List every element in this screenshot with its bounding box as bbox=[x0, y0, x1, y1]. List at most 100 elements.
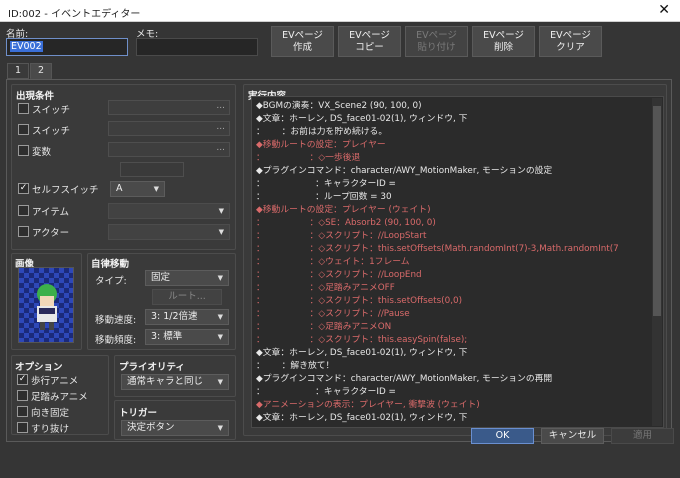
self-switch-select[interactable]: A ▼ bbox=[110, 181, 165, 197]
tab-page-2[interactable]: 2 bbox=[30, 63, 52, 79]
new-page-button[interactable]: EVページ 作成 bbox=[271, 26, 334, 57]
character-image[interactable] bbox=[18, 267, 74, 343]
switch1-dots: ... bbox=[216, 101, 225, 111]
paste-page-label1: EVページ bbox=[416, 30, 457, 41]
type-label: タイプ: bbox=[95, 276, 127, 287]
speed-label: 移動速度: bbox=[95, 315, 137, 326]
command-line[interactable]: ： ：◇スクリプト：this.easySpin(false); bbox=[256, 334, 467, 347]
command-line[interactable]: ◆文章：ホーレン, DS_face01-02(1), ウィンドウ, 下 bbox=[256, 412, 467, 425]
delete-page-button[interactable]: EVページ 削除 bbox=[472, 26, 535, 57]
direction-fix-checkbox[interactable] bbox=[17, 406, 28, 417]
clear-page-button[interactable]: EVページ クリア bbox=[539, 26, 602, 57]
chevron-down-icon: ▼ bbox=[217, 424, 223, 432]
window-title: ID:002 - イベントエディター bbox=[8, 9, 141, 20]
chevron-down-icon: ▼ bbox=[217, 333, 223, 341]
apply-button[interactable]: 適用 bbox=[611, 428, 674, 444]
new-page-label1: EVページ bbox=[282, 30, 323, 41]
name-value: EV002 bbox=[10, 41, 43, 52]
command-line[interactable]: ： ：ループ回数 = 30 bbox=[256, 191, 392, 204]
switch1-checkbox[interactable] bbox=[18, 103, 29, 114]
command-line[interactable]: ： ：◇一歩後退 bbox=[256, 152, 360, 165]
options-title: オプション bbox=[15, 362, 63, 373]
copy-page-label1: EVページ bbox=[349, 30, 390, 41]
step-anime-checkbox[interactable] bbox=[17, 390, 28, 401]
priority-title: プライオリティ bbox=[119, 362, 185, 373]
command-line[interactable]: ◆プラグインコマンド：character/AWY_MotionMaker, モー… bbox=[256, 165, 552, 178]
memo-input[interactable] bbox=[136, 38, 258, 56]
copy-page-button[interactable]: EVページ コピー bbox=[338, 26, 401, 57]
copy-page-label2: コピー bbox=[355, 42, 384, 53]
step-anime-label: 足踏みアニメ bbox=[31, 392, 88, 403]
scrollbar-thumb[interactable] bbox=[653, 106, 661, 316]
ok-button[interactable]: OK bbox=[471, 428, 534, 444]
title-bar: ID:002 - イベントエディター ✕ bbox=[0, 0, 680, 22]
command-line[interactable]: ： ：◇スクリプト：//LoopEnd bbox=[256, 269, 422, 282]
name-input[interactable]: EV002 bbox=[6, 38, 128, 56]
variable-label: 変数 bbox=[32, 147, 52, 158]
scrollbar[interactable] bbox=[652, 98, 662, 426]
command-line[interactable]: ： ：◇足踏みアニメOFF bbox=[256, 282, 395, 295]
frequency-select[interactable]: 3: 標準 ▼ bbox=[145, 329, 229, 345]
chevron-down-icon: ▼ bbox=[217, 378, 223, 386]
command-line[interactable]: ： ：◇ウェイト：1フレーム bbox=[256, 256, 410, 269]
variable-field[interactable]: ... bbox=[108, 142, 230, 157]
command-line[interactable]: ： ：キャラクターID = bbox=[256, 386, 396, 399]
switch2-field[interactable]: ... bbox=[108, 121, 230, 136]
actor-label: アクター bbox=[32, 228, 70, 239]
self-switch-checkbox[interactable]: ✓ bbox=[18, 183, 29, 194]
cancel-button[interactable]: キャンセル bbox=[541, 428, 604, 444]
switch1-field[interactable]: ... bbox=[108, 100, 230, 115]
command-line[interactable]: ： ：キャラクターID = bbox=[256, 178, 396, 191]
chevron-down-icon: ▼ bbox=[217, 274, 223, 282]
through-checkbox[interactable] bbox=[17, 422, 28, 433]
command-line[interactable]: ： ：解き放て！ bbox=[256, 360, 334, 373]
direction-fix-label: 向き固定 bbox=[31, 408, 70, 419]
item-checkbox[interactable] bbox=[18, 205, 29, 216]
self-switch-value: A bbox=[116, 183, 123, 194]
character-sprite-icon bbox=[37, 284, 57, 330]
command-line[interactable]: ◆アニメーションの表示：プレイヤー, 衝撃波 (ウェイト) bbox=[256, 399, 480, 412]
command-line[interactable]: ◆文章：ホーレン, DS_face01-02(1), ウィンドウ, 下 bbox=[256, 347, 467, 360]
command-line[interactable]: ： ：◇スクリプト：//LoopStart bbox=[256, 230, 426, 243]
item-label: アイテム bbox=[32, 207, 70, 218]
tab-page-1[interactable]: 1 bbox=[7, 63, 29, 79]
close-icon[interactable]: ✕ bbox=[658, 2, 670, 18]
frequency-value: 3: 標準 bbox=[151, 331, 183, 342]
event-editor-window: ID:002 - イベントエディター ✕ 名前: EV002 メモ: EVページ… bbox=[0, 0, 680, 478]
priority-select[interactable]: 通常キャラと同じ ▼ bbox=[121, 374, 229, 390]
command-line[interactable]: ： ：◇SE：Absorb2 (90, 100, 0) bbox=[256, 217, 436, 230]
trigger-select[interactable]: 決定ボタン ▼ bbox=[121, 420, 229, 436]
switch2-label: スイッチ bbox=[32, 126, 71, 137]
new-page-label2: 作成 bbox=[292, 42, 312, 53]
autonomous-title: 自律移動 bbox=[91, 259, 130, 270]
item-select[interactable]: ▼ bbox=[108, 203, 230, 219]
chevron-down-icon: ▼ bbox=[153, 185, 159, 193]
command-line[interactable]: ◆移動ルートの設定：プレイヤー bbox=[256, 139, 386, 152]
command-line[interactable]: ： ：◇スクリプト：this.setOffsets(Math.randomInt… bbox=[256, 243, 619, 256]
actor-select[interactable]: ▼ bbox=[108, 224, 230, 240]
variable-value-field[interactable] bbox=[120, 162, 184, 177]
command-list[interactable]: ◆BGMの演奏：VX_Scene2 (90, 100, 0) ◆文章：ホーレン, … bbox=[251, 96, 664, 428]
command-line[interactable]: ◆BGMの演奏：VX_Scene2 (90, 100, 0) bbox=[256, 100, 422, 113]
clear-page-label1: EVページ bbox=[550, 30, 591, 41]
command-line[interactable]: ： ：◇スクリプト：this.setOffsets(0,0) bbox=[256, 295, 462, 308]
command-line[interactable]: ： ：お前は力を貯め続ける。 bbox=[256, 126, 387, 139]
command-line[interactable]: ◆移動ルートの設定：プレイヤー (ウェイト) bbox=[256, 204, 431, 217]
walk-anime-checkbox[interactable]: ✓ bbox=[17, 374, 28, 385]
command-line[interactable]: ◆プラグインコマンド：character/AWY_MotionMaker, モー… bbox=[256, 373, 552, 386]
clear-page-label2: クリア bbox=[556, 42, 585, 53]
route-button[interactable]: ルート... bbox=[152, 289, 222, 305]
paste-page-button[interactable]: EVページ 貼り付け bbox=[405, 26, 468, 57]
speed-select[interactable]: 3: 1/2倍速 ▼ bbox=[145, 309, 229, 325]
conditions-title: 出現条件 bbox=[16, 91, 55, 102]
variable-checkbox[interactable] bbox=[18, 145, 29, 156]
frequency-label: 移動頻度: bbox=[95, 335, 137, 346]
command-line[interactable]: ◆文章：ホーレン, DS_face01-02(1), ウィンドウ, 下 bbox=[256, 113, 467, 126]
command-line[interactable]: ： ：◇足踏みアニメON bbox=[256, 321, 391, 334]
switch2-checkbox[interactable] bbox=[18, 124, 29, 135]
command-line[interactable]: ： ：◇スクリプト：//Pause bbox=[256, 308, 410, 321]
delete-page-label2: 削除 bbox=[493, 42, 513, 53]
through-label: すり抜け bbox=[31, 424, 70, 435]
type-select[interactable]: 固定 ▼ bbox=[145, 270, 229, 286]
actor-checkbox[interactable] bbox=[18, 226, 29, 237]
